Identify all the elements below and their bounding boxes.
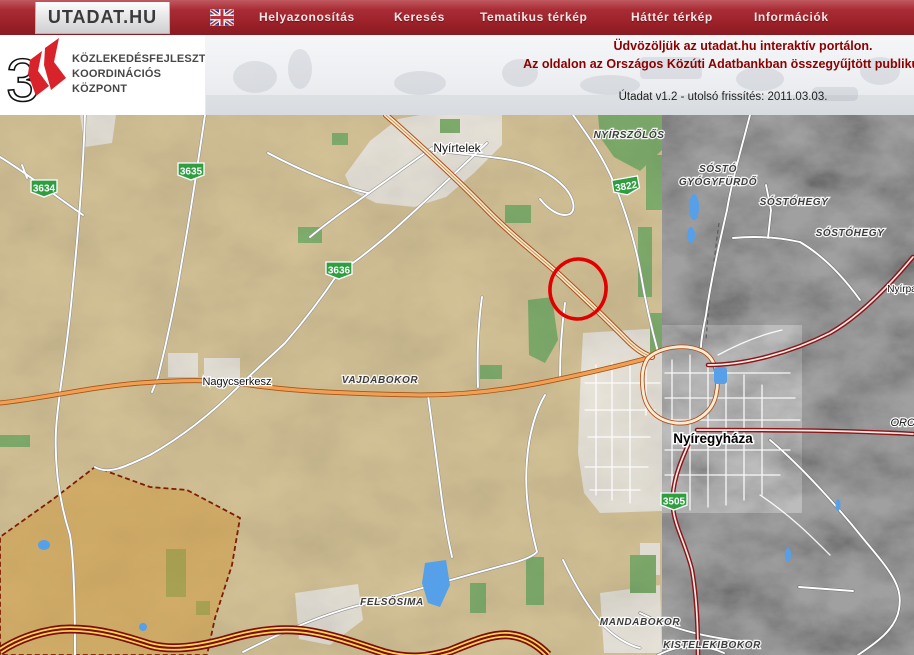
kkk-logo-box: 3 KÖZLEKEDÉSFEJLESZTÉSI KOORDINÁCIÓS KÖZ… [0,35,205,115]
label-kistelekibokor: KISTELEKIBOKOR [663,640,761,651]
utadat-portal: UTADAT.HU Helyazonosítás Keresés Tematik… [0,0,914,655]
label-nyirtelek: Nyírtelek [433,141,481,155]
label-felsosima: FELSŐSIMA [360,595,424,608]
org-name-line2: KOORDINÁCIÓS [72,67,161,80]
org-name-line3: KÖZPONT [72,82,127,95]
org-name-line1: KÖZLEKEDÉSFEJLESZTÉSI [72,52,205,65]
version-status-line: Útadat v1.2 - utolsó frissítés: 2011.03.… [619,91,828,103]
svg-text:3636: 3636 [328,266,351,277]
header-strip: 3 KÖZLEKEDÉSFEJLESZTÉSI KOORDINÁCIÓS KÖZ… [0,35,914,115]
label-nagycserkesz: Nagycserkesz [202,376,271,388]
svg-text:3634: 3634 [33,184,56,195]
shield-3634: 3634 [31,180,57,197]
label-vajdabokor: VAJDABOKOR [342,375,419,386]
svg-text:3505: 3505 [663,497,686,508]
label-sosto-line1: SÓSTÓ [699,162,737,175]
kkk-logo: 3 KÖZLEKEDÉSFEJLESZTÉSI KOORDINÁCIÓS KÖZ… [0,35,205,115]
shield-3505: 3505 [661,493,687,510]
label-oros-partial: ORO [890,417,914,429]
map-canvas[interactable]: 3634 3635 3636 3822 3505 Nyírtelek NYÍRS… [0,115,914,655]
label-mandabokor: MANDABOKOR [600,617,681,628]
label-nyirpazony-partial: Nyírpa [887,284,914,295]
label-nyiregyhaza: Nyíregyháza [673,431,753,446]
brand-logo[interactable]: UTADAT.HU [35,2,170,34]
shield-3636: 3636 [326,262,352,279]
nav-informaciok[interactable]: Információk [754,10,829,24]
label-nyirszolos: NYÍRSZŐLŐS [593,128,664,141]
welcome-line-1: Üdvözöljük az utadat.hu interaktív portá… [613,39,872,53]
nav-hatter-terkep[interactable]: Háttér térkép [631,10,713,24]
welcome-line-2: Az oldalon az Országos Közúti Adatbankba… [523,57,914,71]
logo-ribbon-right [44,38,66,90]
shield-3635: 3635 [178,163,204,180]
svg-text:3635: 3635 [180,167,203,178]
label-sostohegy-a: SÓSTÓHEGY [760,195,829,208]
uk-flag-icon[interactable] [210,9,234,26]
nav-helyazonositas[interactable]: Helyazonosítás [259,10,355,24]
hillshade-overlay-right [662,115,914,655]
top-navbar: UTADAT.HU Helyazonosítás Keresés Tematik… [0,0,914,36]
nav-tematikus-terkep[interactable]: Tematikus térkép [480,10,587,24]
label-sostohegy-b: SÓSTÓHEGY [816,226,885,239]
label-sosto-line2: GYÓGYFÜRDŐ [679,175,757,188]
nav-kereses[interactable]: Keresés [394,10,445,24]
